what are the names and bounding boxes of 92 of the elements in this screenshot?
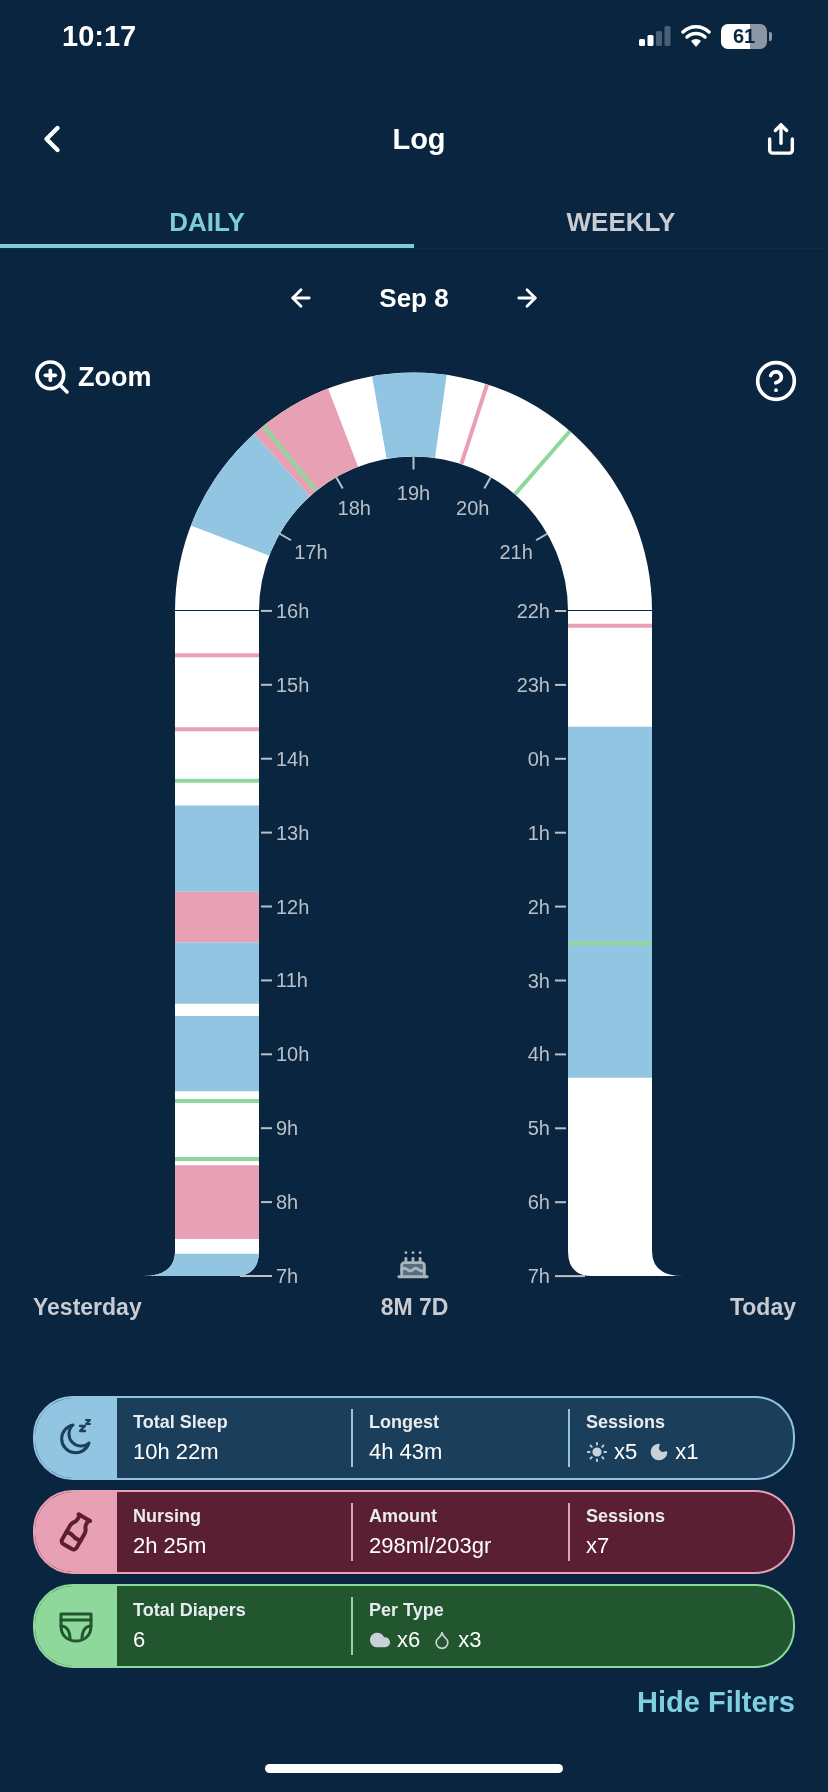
cake-icon bbox=[398, 1252, 428, 1277]
stat-value: 6 bbox=[133, 1626, 147, 1653]
help-icon bbox=[754, 359, 798, 403]
end-label: Today bbox=[728, 1293, 796, 1321]
tab[interactable]: DAILY bbox=[0, 206, 414, 248]
tick-mark bbox=[535, 532, 549, 542]
stat-value: x1 bbox=[675, 1438, 699, 1465]
tick-mark bbox=[412, 455, 415, 471]
tick-mark bbox=[260, 831, 273, 834]
tick-mark bbox=[260, 1201, 273, 1204]
hour-label: 11h bbox=[276, 969, 308, 992]
hour-label: 12h bbox=[276, 895, 310, 918]
tick-mark bbox=[260, 609, 273, 612]
battery-indicator: 61 bbox=[721, 23, 767, 49]
hour-label: 20h bbox=[456, 497, 490, 520]
stat-label: Per Type bbox=[369, 1599, 445, 1621]
tick-mark bbox=[554, 1201, 567, 1204]
hour-label: 13h bbox=[276, 821, 310, 844]
stat-value: x6 bbox=[397, 1626, 421, 1653]
stat-label: Total Diapers bbox=[133, 1599, 247, 1621]
tick-mark bbox=[278, 532, 292, 542]
tab[interactable]: WEEKLY bbox=[414, 206, 828, 248]
hour-label: 4h bbox=[527, 1043, 550, 1066]
hour-label: 1h bbox=[527, 821, 550, 844]
tick-mark bbox=[260, 683, 273, 686]
stat-label: Sessions bbox=[586, 1505, 667, 1527]
stat-label: Nursing bbox=[133, 1505, 202, 1527]
tick-mark bbox=[260, 757, 273, 760]
stat-label: Sessions bbox=[586, 1411, 667, 1433]
hour-label: 7h bbox=[527, 1265, 550, 1288]
hour-label: 23h bbox=[516, 673, 550, 696]
stat-value: x3 bbox=[458, 1626, 482, 1653]
diaper-mark bbox=[261, 424, 318, 493]
tick-mark bbox=[260, 1053, 273, 1056]
hour-label: 19h bbox=[396, 481, 431, 504]
stat-value: 2h 25m bbox=[133, 1532, 208, 1559]
status-time: 10:17 bbox=[62, 19, 137, 53]
tick-mark bbox=[260, 979, 273, 982]
hide-filters-button[interactable]: Hide Filters bbox=[637, 1686, 795, 1719]
summary-card[interactable]: Total Diapers 6 Per Type x6 x3 bbox=[33, 1584, 795, 1668]
tick-mark bbox=[260, 905, 273, 908]
stat-value: 4h 43m bbox=[369, 1438, 444, 1465]
tick-mark bbox=[554, 1053, 567, 1056]
hour-label: 14h bbox=[276, 747, 310, 770]
stat-value: 298ml/203gr bbox=[369, 1532, 493, 1559]
hour-label: 21h bbox=[499, 540, 533, 563]
tick-mark bbox=[554, 905, 567, 908]
tick-mark bbox=[554, 831, 567, 834]
tick-mark bbox=[335, 476, 344, 490]
summary-card[interactable]: Total Sleep 10h 22m Longest 4h 43m Sessions x5 x1 bbox=[33, 1396, 795, 1480]
page-title: Log bbox=[392, 122, 446, 156]
hour-label: 18h bbox=[337, 497, 371, 520]
date-label: Sep 8 bbox=[378, 282, 450, 314]
hour-label: 3h bbox=[527, 969, 550, 992]
zoom-in-icon bbox=[32, 357, 72, 397]
sun-icon bbox=[586, 1440, 608, 1463]
tick-mark bbox=[483, 476, 492, 490]
hour-label: 22h bbox=[516, 600, 550, 622]
battery-cap bbox=[769, 31, 772, 41]
stat-label: Longest bbox=[369, 1411, 440, 1433]
hour-label: 2h bbox=[527, 895, 550, 918]
tick-mark bbox=[554, 1127, 567, 1130]
tick-mark bbox=[260, 1127, 273, 1130]
wifi-icon bbox=[681, 25, 711, 47]
tick-mark bbox=[554, 979, 567, 982]
tick-mark bbox=[554, 610, 567, 612]
tick-mark bbox=[554, 1275, 586, 1278]
moon-icon bbox=[649, 1441, 670, 1462]
tick-mark bbox=[239, 1275, 273, 1277]
stat-label: Amount bbox=[369, 1505, 438, 1527]
hour-label: 16h bbox=[276, 599, 310, 622]
hour-label: 7h bbox=[276, 1265, 299, 1287]
summary-card[interactable]: Nursing 2h 25m Amount 298ml/203gr Sessions x7 bbox=[33, 1490, 795, 1574]
start-label: Yesterday bbox=[33, 1293, 143, 1321]
tick-mark bbox=[554, 683, 567, 686]
age-label: 8M 7D bbox=[380, 1293, 449, 1321]
hour-label: 5h bbox=[527, 1117, 550, 1140]
hour-label: 6h bbox=[527, 1191, 550, 1214]
signal-icon bbox=[639, 26, 671, 46]
zoom-button[interactable]: Zoom bbox=[32, 357, 152, 397]
hour-label: 8h bbox=[276, 1191, 299, 1214]
stat-value: x7 bbox=[586, 1532, 611, 1559]
stat-value: 10h 22m bbox=[133, 1438, 220, 1465]
stat-value: x5 bbox=[614, 1438, 638, 1465]
hour-label: 15h bbox=[276, 673, 310, 696]
diaper-mark bbox=[513, 429, 572, 496]
hour-label: 9h bbox=[276, 1117, 299, 1140]
hour-label: 10h bbox=[276, 1043, 310, 1066]
stat-label: Total Sleep bbox=[133, 1411, 229, 1433]
hour-label: 17h bbox=[294, 540, 328, 563]
tick-mark bbox=[554, 757, 567, 760]
hour-label: 0h bbox=[527, 747, 550, 770]
